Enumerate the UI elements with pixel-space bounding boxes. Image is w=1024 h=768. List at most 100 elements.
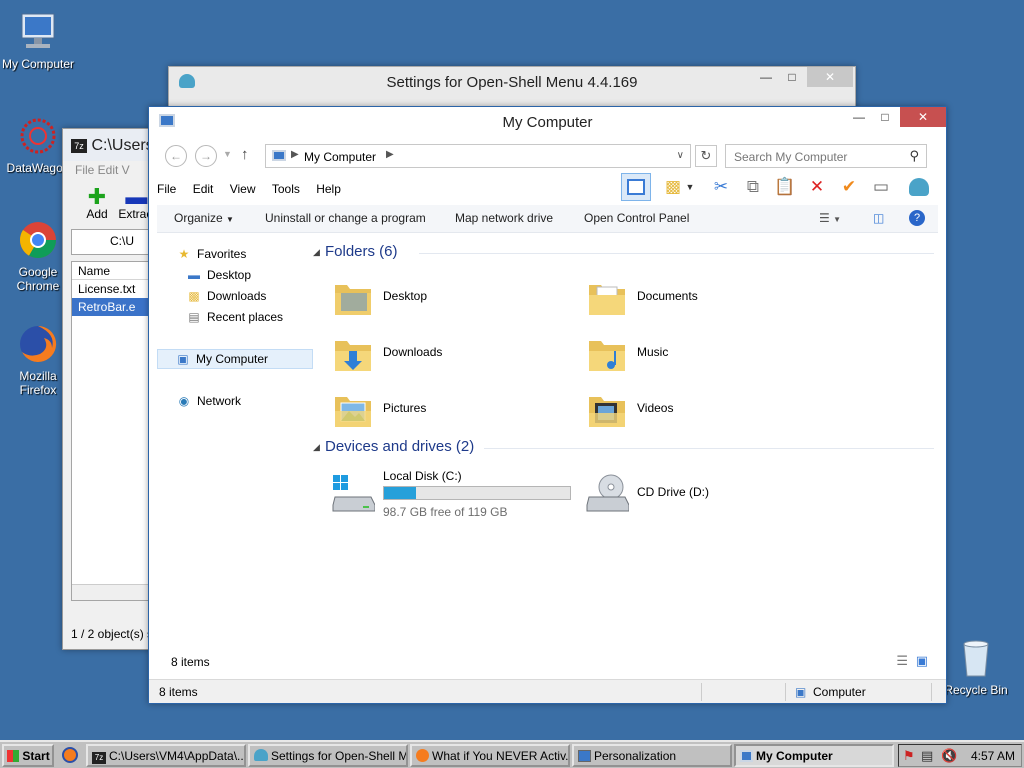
- help-icon[interactable]: ?: [909, 210, 925, 226]
- sevenzip-file-list[interactable]: Name License.txt RetroBar.e: [71, 261, 157, 601]
- taskbar-button-label: Settings for Open-Shell M...: [271, 749, 408, 763]
- menu-help[interactable]: Help: [316, 177, 341, 196]
- taskbar-button-my-computer[interactable]: My Computer: [734, 744, 894, 767]
- add-button[interactable]: ✚ Add: [79, 184, 115, 222]
- start-button[interactable]: Start: [2, 744, 54, 767]
- folder-name: Music: [637, 345, 669, 359]
- sevenzip-window[interactable]: 7z C:\Users\ File Edit V ✚ Add ▬ Extract C…: [62, 128, 162, 650]
- plus-icon: ✚: [87, 184, 107, 209]
- sidebar-item-favorites[interactable]: ★ Favorites: [175, 247, 247, 267]
- open-control-panel-button[interactable]: Open Control Panel: [584, 211, 689, 225]
- downloads-folder-icon: ▩: [188, 289, 200, 303]
- chevron-down-icon[interactable]: ▼: [683, 175, 697, 199]
- sevenzip-address-bar[interactable]: C:\U: [71, 229, 157, 255]
- delete-icon[interactable]: ✕: [805, 175, 829, 199]
- list-item[interactable]: License.txt: [72, 280, 156, 298]
- firefox-icon: [20, 325, 57, 362]
- sevenzip-icon: 7z: [71, 138, 87, 153]
- folder-options-button[interactable]: ▩: [661, 175, 685, 199]
- folder-tile-documents[interactable]: Documents: [579, 273, 799, 321]
- folders-group-header[interactable]: Folders (6): [325, 243, 398, 260]
- sevenzip-menu[interactable]: File Edit V: [63, 161, 161, 181]
- status-divider: [785, 683, 786, 701]
- sidebar-item-desktop[interactable]: ▬ Desktop: [185, 268, 251, 288]
- menu-view[interactable]: View: [230, 177, 256, 196]
- clock[interactable]: 4:57 AM: [971, 749, 1015, 763]
- taskbar-button-sevenzip[interactable]: 7z C:\Users\VM4\AppData\...: [86, 744, 246, 767]
- folder-tile-videos[interactable]: Videos: [579, 385, 799, 433]
- system-tray: ⚑ ▤ 🔇 4:57 AM: [898, 744, 1022, 767]
- menu-tools[interactable]: Tools: [272, 177, 300, 196]
- folder-tile-music[interactable]: Music: [579, 329, 799, 377]
- folder-name: Pictures: [383, 401, 427, 415]
- taskbar-button-settings[interactable]: Settings for Open-Shell M...: [248, 744, 408, 767]
- settings-titlebar[interactable]: Settings for Open-Shell Menu 4.4.169 — □…: [169, 67, 855, 97]
- network-icon[interactable]: ▤: [921, 748, 933, 764]
- explorer-window[interactable]: My Computer — □ ✕ ← → ▼ ↑ ▶ My Computer …: [148, 106, 947, 704]
- sevenzip-titlebar[interactable]: 7z C:\Users\: [63, 129, 161, 161]
- maximize-button[interactable]: □: [779, 67, 805, 87]
- menu-file[interactable]: File: [157, 177, 176, 196]
- status-bar: 8 items ▣ Computer: [149, 679, 946, 703]
- close-button[interactable]: ✕: [807, 67, 853, 87]
- chevron-down-icon[interactable]: ∨: [677, 150, 684, 161]
- taskbar-button-firefox[interactable]: What if You NEVER Activ...: [410, 744, 570, 767]
- address-text: My Computer: [304, 150, 377, 164]
- drive-tile-c[interactable]: Local Disk (C:) 98.7 GB free of 119 GB: [325, 469, 575, 521]
- details-view-icon[interactable]: ☰: [896, 653, 908, 669]
- collapse-icon[interactable]: ◢: [313, 442, 320, 453]
- back-button[interactable]: ←: [165, 145, 187, 167]
- rename-icon[interactable]: ▭: [869, 175, 893, 199]
- volume-muted-icon[interactable]: 🔇: [941, 748, 957, 764]
- taskbar-button-personalization[interactable]: Personalization: [572, 744, 732, 767]
- tiles-view-icon[interactable]: ▣: [916, 653, 928, 669]
- security-alert-icon[interactable]: ⚑: [903, 748, 915, 764]
- status-item-count: 8 items: [159, 685, 198, 699]
- horizontal-scrollbar[interactable]: [72, 584, 156, 600]
- open-shell-icon[interactable]: [907, 175, 931, 199]
- desktop-folder-icon: [335, 285, 371, 315]
- firefox-quicklaunch-icon[interactable]: [62, 747, 78, 763]
- change-view-button[interactable]: ☰ ▼: [819, 211, 841, 225]
- sidebar-item-label: Network: [197, 394, 242, 408]
- preview-pane-button[interactable]: ◫: [873, 211, 884, 225]
- taskbar-button-label: My Computer: [756, 749, 833, 763]
- organize-button[interactable]: Organize ▼: [174, 211, 234, 225]
- sidebar-item-label: Recent places: [207, 310, 284, 324]
- sidebar-item-my-computer[interactable]: ▣ My Computer: [157, 349, 313, 369]
- forward-button[interactable]: →: [195, 145, 217, 167]
- uninstall-program-button[interactable]: Uninstall or change a program: [265, 211, 426, 225]
- search-input[interactable]: Search My Computer ⚲: [725, 144, 927, 168]
- computer-icon: ▣: [795, 685, 807, 699]
- copy-icon[interactable]: ⧉: [741, 175, 765, 199]
- maximize-button[interactable]: □: [872, 107, 898, 127]
- sidebar-item-network[interactable]: ◉ Network: [175, 394, 241, 414]
- recent-dropdown-icon[interactable]: ▼: [223, 149, 232, 159]
- up-button[interactable]: ↑: [241, 146, 249, 163]
- paste-icon[interactable]: 📋: [773, 175, 797, 199]
- column-header-name[interactable]: Name: [72, 262, 156, 280]
- properties-check-icon[interactable]: ✔: [837, 175, 861, 199]
- explorer-titlebar[interactable]: My Computer — □ ✕: [149, 107, 946, 137]
- sidebar-item-downloads[interactable]: ▩ Downloads: [185, 289, 266, 309]
- collapse-icon[interactable]: ◢: [313, 247, 320, 258]
- folder-tile-desktop[interactable]: Desktop: [325, 273, 545, 321]
- windows-logo-icon: [7, 750, 19, 762]
- address-bar[interactable]: ▶ My Computer ▶ ∨: [265, 144, 691, 168]
- folder-tile-downloads[interactable]: Downloads: [325, 329, 545, 377]
- desktop-icon-recycle-bin[interactable]: Recycle Bin: [938, 636, 1014, 697]
- devices-group-header[interactable]: Devices and drives (2): [325, 438, 474, 455]
- navigation-pane-button[interactable]: [621, 173, 651, 201]
- close-button[interactable]: ✕: [900, 107, 946, 127]
- folder-tile-pictures[interactable]: Pictures: [325, 385, 545, 433]
- menu-edit[interactable]: Edit: [193, 177, 214, 196]
- sidebar-item-recent-places[interactable]: ▤ Recent places: [185, 310, 283, 330]
- desktop-icon-my-computer[interactable]: My Computer: [0, 10, 76, 71]
- map-network-drive-button[interactable]: Map network drive: [455, 211, 553, 225]
- drive-tile-d[interactable]: CD Drive (D:): [579, 469, 799, 521]
- cut-icon[interactable]: ✂: [709, 175, 733, 199]
- minimize-button[interactable]: —: [846, 107, 872, 127]
- refresh-button[interactable]: ↻: [695, 145, 717, 167]
- list-item[interactable]: RetroBar.e: [72, 298, 156, 316]
- minimize-button[interactable]: —: [753, 67, 779, 87]
